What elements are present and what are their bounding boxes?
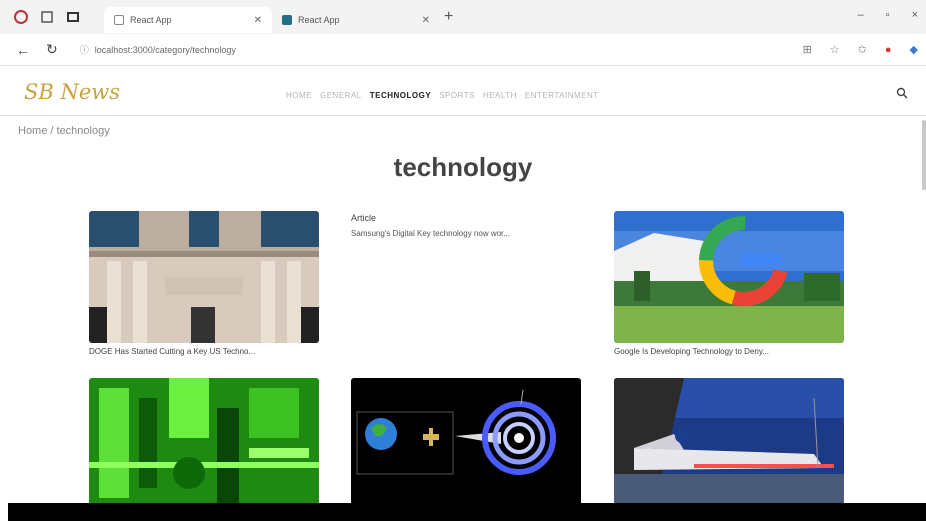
article-image[interactable] [89,211,319,343]
nav-item-technology[interactable]: TECHNOLOGY [370,91,431,100]
close-window-button[interactable]: × [912,9,918,21]
nav-item-entertainment[interactable]: ENTERTAINMENT [525,91,599,100]
article-card[interactable] [89,378,319,514]
profile-icon[interactable] [14,10,28,24]
tab-react-app-1[interactable]: React App ✕ [104,7,272,33]
copilot-icon[interactable]: ◆ [910,43,918,56]
favorites-icon[interactable]: ✩ [858,43,867,56]
workspaces-icon[interactable] [40,10,54,24]
article-image[interactable] [351,378,581,510]
browser-left-icons [0,10,104,24]
article-image[interactable] [614,211,844,343]
site-info-icon[interactable]: ⓘ [80,43,89,56]
article-image[interactable] [89,378,319,510]
url-text: localhost:3000/category/technology [94,44,236,55]
article-card[interactable] [614,378,844,514]
tab-actions-icon[interactable] [66,10,80,24]
article-card[interactable]: DOGE Has Started Cutting a Key US Techno… [89,211,319,356]
extensions-icon[interactable]: ● [885,44,892,56]
article-card[interactable]: Google Is Developing Technology to Deny.… [614,211,844,356]
new-tab-button[interactable]: + [444,8,453,26]
maximize-button[interactable]: ▫ [886,9,890,21]
site-header: SB News HOME GENERAL TECHNOLOGY SPORTS H… [0,74,926,116]
earth-spiral-galaxy-image [351,378,581,510]
article-caption[interactable]: DOGE Has Started Cutting a Key US Techno… [89,347,319,356]
minimize-button[interactable]: – [858,9,864,21]
window-controls: – ▫ × [858,9,918,21]
google-logo-sculpture-image [614,211,844,343]
tab-title: React App [298,15,340,25]
browser-tabbar: React App ✕ React App ✕ + – ▫ × [0,0,926,34]
nav-item-home[interactable]: HOME [286,91,312,100]
reader-icon[interactable]: ⊞ [803,43,812,56]
tab-react-app-2[interactable]: React App ✕ [272,7,440,33]
page-scrollbar[interactable] [922,120,926,190]
favorite-star-icon[interactable]: ☆ [830,43,840,56]
tab-title: React App [130,15,172,25]
article-image[interactable] [614,378,844,510]
article-heading[interactable]: Article [351,213,581,223]
nav-item-health[interactable]: HEALTH [483,91,517,100]
address-bar: ← ↻ ⓘ localhost:3000/category/technology… [0,34,926,66]
article-card[interactable]: Article Samsung's Digital Key technology… [351,213,581,238]
page-icon [114,15,124,25]
breadcrumb[interactable]: Home / technology [18,125,110,137]
building-facade-image [89,211,319,343]
tab-close-icon[interactable]: ✕ [254,15,262,26]
main-nav: HOME GENERAL TECHNOLOGY SPORTS HEALTH EN… [286,91,599,100]
nasa-space-shuttle-image [614,378,844,510]
tab-close-icon[interactable]: ✕ [422,15,430,26]
site-logo[interactable]: SB News [24,80,120,104]
browser-tools: ⊞ ☆ ✩ ● ◆ [803,43,918,57]
green-machinery-image [89,378,319,510]
taskbar-strip [8,503,926,521]
article-caption[interactable]: Google Is Developing Technology to Deny.… [614,347,844,356]
back-arrow-icon[interactable]: ← [16,42,30,58]
url-field[interactable]: ⓘ localhost:3000/category/technology [80,43,236,56]
page-title: technology [393,152,533,182]
react-favicon-icon [282,15,292,25]
refresh-icon[interactable]: ↻ [46,41,58,58]
article-card[interactable] [351,378,581,514]
article-caption[interactable]: Samsung's Digital Key technology now wor… [351,229,581,238]
nav-item-general[interactable]: GENERAL [320,91,362,100]
nav-item-sports[interactable]: SPORTS [439,91,475,100]
search-icon[interactable] [896,87,908,102]
